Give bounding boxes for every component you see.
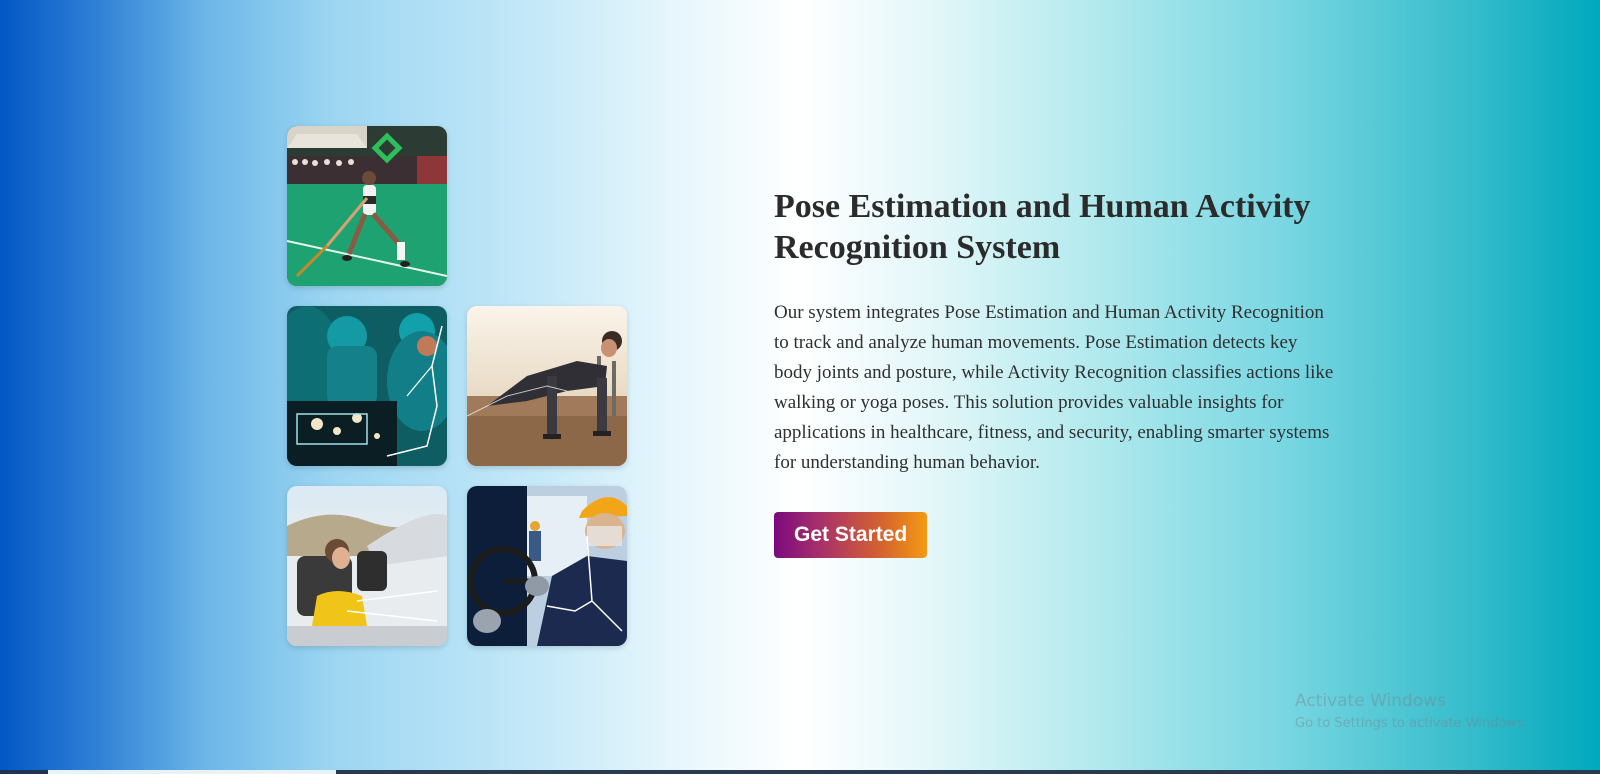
page-title: Pose Estimation and Human Activity Recog… bbox=[774, 188, 1311, 266]
worker-with-hardhat-driving-image bbox=[467, 486, 627, 646]
man-doing-plank-exercise-image bbox=[467, 306, 627, 466]
hero-description: Our system integrates Pose Estimation an… bbox=[774, 302, 1334, 473]
woman-driving-convertible-image bbox=[287, 486, 447, 646]
watermark-subtitle: Go to Settings to activate Windows. bbox=[1295, 716, 1528, 731]
get-started-button[interactable]: Get Started bbox=[774, 512, 928, 558]
surgeons-operating-image bbox=[287, 306, 447, 466]
bottom-strip bbox=[0, 770, 1600, 774]
windows-activation-watermark: Activate Windows Go to Settings to activ… bbox=[1295, 690, 1528, 733]
hero-content: Pose Estimation and Human Activity Recog… bbox=[774, 186, 1344, 558]
field-hockey-player-image bbox=[287, 126, 447, 286]
image-gallery bbox=[287, 126, 627, 646]
watermark-title: Activate Windows bbox=[1295, 691, 1446, 711]
